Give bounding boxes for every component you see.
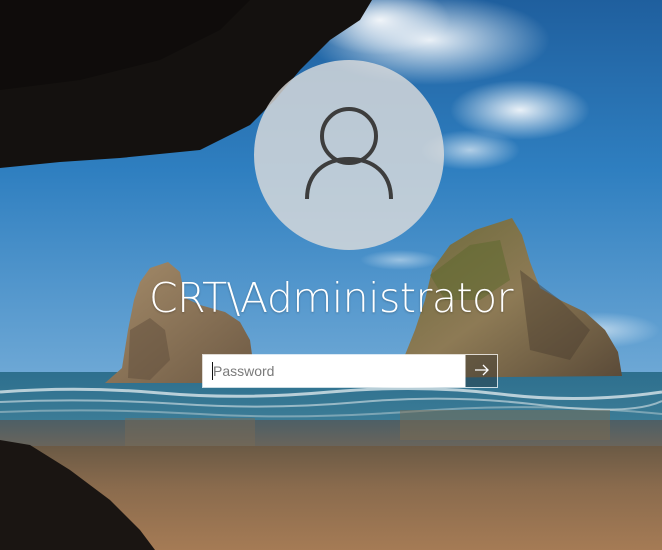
user-avatar-icon bbox=[301, 103, 397, 207]
username-label: CRT\Administrator bbox=[149, 274, 513, 322]
submit-button[interactable] bbox=[465, 355, 497, 387]
password-input[interactable] bbox=[203, 355, 465, 387]
user-avatar bbox=[254, 60, 444, 250]
text-caret bbox=[212, 362, 213, 380]
arrow-right-icon bbox=[474, 363, 490, 380]
login-form bbox=[202, 354, 498, 388]
